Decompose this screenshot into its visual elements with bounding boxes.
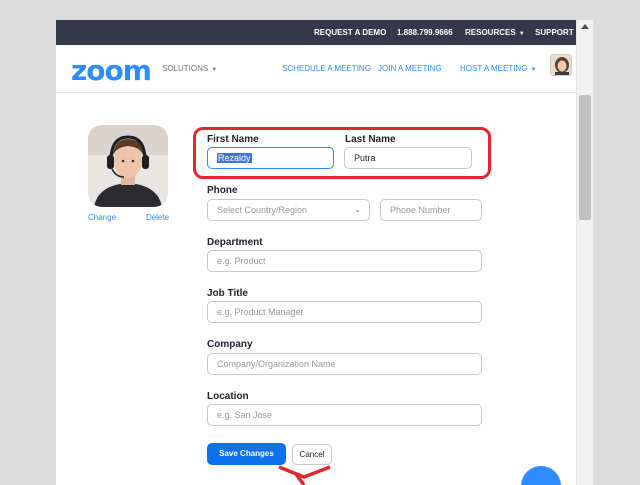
country-region-select[interactable]: Select Country/Region ⌄ bbox=[207, 199, 370, 221]
chevron-down-icon: ▼ bbox=[518, 31, 525, 37]
support-link[interactable]: SUPPORT bbox=[535, 28, 574, 37]
location-field[interactable]: e.g. San Jose bbox=[207, 404, 482, 426]
solutions-menu[interactable]: SOLUTIONS ▼ bbox=[162, 64, 217, 73]
location-placeholder: e.g. San Jose bbox=[217, 410, 273, 420]
schedule-meeting-link[interactable]: SCHEDULE A MEETING bbox=[282, 64, 371, 73]
job-title-placeholder: e.g. Product Manager bbox=[217, 307, 304, 317]
user-avatar[interactable] bbox=[550, 54, 572, 76]
zoom-logo[interactable]: zoom bbox=[71, 54, 152, 87]
change-photo-link[interactable]: Change bbox=[88, 213, 116, 222]
resources-menu[interactable]: RESOURCES ▼ bbox=[465, 28, 525, 37]
phone-number-field[interactable]: Phone Number bbox=[380, 199, 482, 221]
main-navbar: zoom SOLUTIONS ▼ SCHEDULE A MEETING JOIN … bbox=[56, 45, 576, 93]
chevron-down-icon: ▼ bbox=[530, 67, 537, 73]
department-placeholder: e.g. Product bbox=[217, 256, 266, 266]
resources-label: RESOURCES bbox=[465, 28, 516, 37]
top-utility-bar: REQUEST A DEMO 1.888.799.9666 RESOURCES ▼… bbox=[56, 20, 576, 45]
company-placeholder: Company/Organization Name bbox=[217, 359, 336, 369]
join-meeting-link[interactable]: JOIN A MEETING bbox=[378, 64, 442, 73]
country-region-placeholder: Select Country/Region bbox=[217, 205, 308, 215]
cancel-button[interactable]: Cancel bbox=[292, 444, 332, 465]
save-changes-button[interactable]: Save Changes bbox=[207, 443, 286, 465]
job-title-field[interactable]: e.g. Product Manager bbox=[207, 301, 482, 323]
profile-picture-image bbox=[88, 125, 168, 207]
annotation-arrow-icon bbox=[278, 465, 331, 485]
solutions-label: SOLUTIONS bbox=[162, 64, 209, 73]
host-meeting-label: HOST A MEETING bbox=[460, 64, 528, 73]
scrollbar-thumb[interactable] bbox=[579, 95, 591, 220]
phone-number-placeholder: Phone Number bbox=[390, 205, 451, 215]
delete-photo-link[interactable]: Delete bbox=[146, 213, 169, 222]
phone-label: Phone bbox=[207, 185, 238, 196]
scroll-up-arrow-icon[interactable] bbox=[581, 24, 589, 29]
first-name-value: Rezaldy bbox=[217, 153, 252, 163]
browser-window: REQUEST A DEMO 1.888.799.9666 RESOURCES ▼… bbox=[56, 20, 593, 485]
department-field[interactable]: e.g. Product bbox=[207, 250, 482, 272]
host-meeting-menu[interactable]: HOST A MEETING ▼ bbox=[460, 64, 536, 73]
department-label: Department bbox=[207, 237, 263, 248]
request-demo-link[interactable]: REQUEST A DEMO bbox=[314, 28, 386, 37]
last-name-field[interactable]: Putra bbox=[344, 147, 472, 169]
first-name-label: First Name bbox=[207, 134, 259, 145]
chat-help-button[interactable] bbox=[521, 466, 561, 485]
company-field[interactable]: Company/Organization Name bbox=[207, 353, 482, 375]
phone-number-link[interactable]: 1.888.799.9666 bbox=[397, 28, 453, 37]
job-title-label: Job Title bbox=[207, 288, 248, 299]
vertical-scrollbar[interactable] bbox=[576, 20, 593, 485]
chevron-down-icon: ▼ bbox=[211, 67, 218, 73]
profile-photo bbox=[88, 125, 168, 207]
location-label: Location bbox=[207, 391, 249, 402]
avatar-image bbox=[551, 55, 571, 75]
chevron-down-icon: ⌄ bbox=[354, 205, 361, 214]
last-name-value: Putra bbox=[354, 153, 376, 163]
last-name-label: Last Name bbox=[345, 134, 396, 145]
first-name-field[interactable]: Rezaldy bbox=[207, 147, 334, 169]
company-label: Company bbox=[207, 339, 253, 350]
